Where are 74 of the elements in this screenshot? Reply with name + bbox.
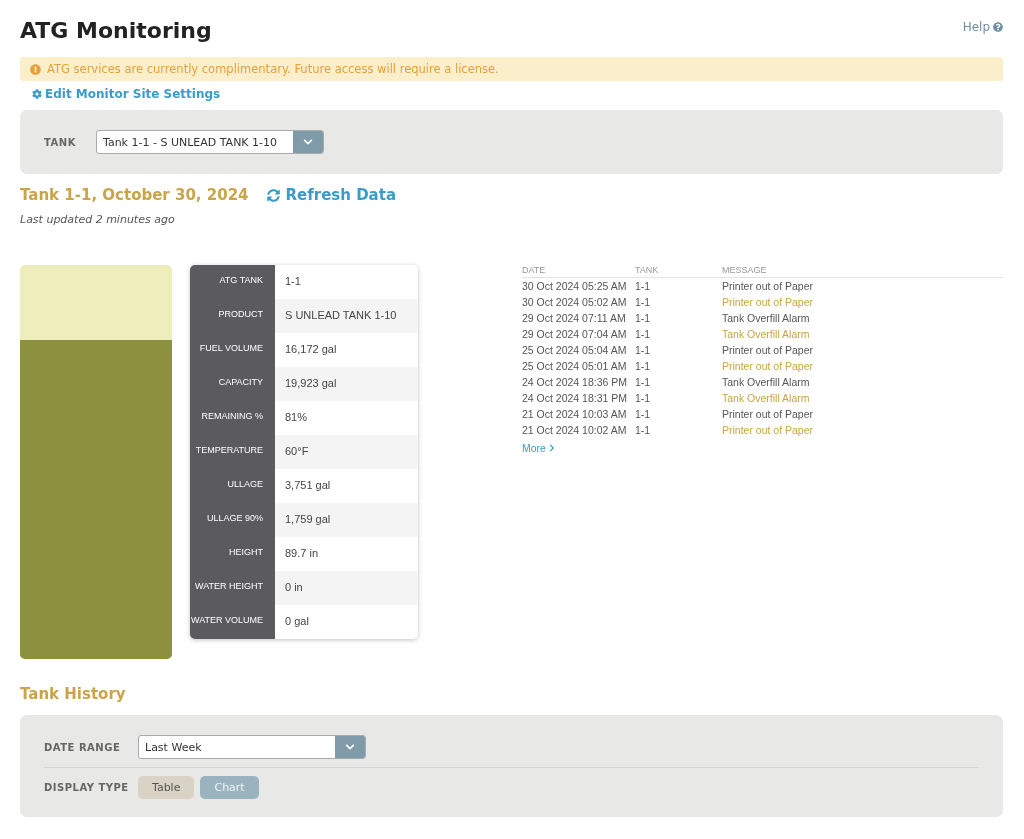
detail-value: S UNLEAD TANK 1-10 [275,299,418,333]
alarm-tank: 1-1 [635,423,652,438]
chevron-right-icon [547,444,556,452]
detail-value: 60°F [275,435,418,469]
detail-value: 1,759 gal [275,503,418,537]
detail-label: FUEL VOLUME [190,333,275,367]
display-type-label: DISPLAY TYPE [44,782,130,793]
alarm-tank: 1-1 [635,375,652,390]
last-updated-text: Last updated 2 minutes ago [20,213,176,226]
alarm-message: Tank Overfill Alarm [722,391,811,406]
alarm-tank: 1-1 [635,295,652,310]
tank-select[interactable]: Tank 1-1 - S UNLEAD TANK 1-10 [96,130,324,154]
alarm-date: 21 Oct 2024 10:03 AM [522,407,628,422]
column-header: DATE [522,265,547,275]
alarm-tank: 1-1 [635,359,652,374]
detail-label: HEIGHT [190,537,275,571]
detail-value: 0 in [275,571,418,605]
alarm-date: 25 Oct 2024 05:01 AM [522,359,628,374]
column-header: TANK [635,265,660,275]
help-link[interactable]: Help [962,20,1003,34]
alarm-message: Tank Overfill Alarm [722,327,811,342]
detail-label: WATER HEIGHT [190,571,275,605]
detail-value: 0 gal [275,605,418,639]
detail-label: REMAINING % [190,401,275,435]
display-type-button[interactable]: Table [138,776,195,799]
alarm-date: 30 Oct 2024 05:02 AM [522,295,628,310]
detail-value: 1-1 [275,265,418,299]
detail-label: CAPACITY [190,367,275,401]
warning-icon [30,63,41,75]
alarm-message: Tank Overfill Alarm [722,375,811,390]
display-type-button[interactable]: Chart [200,776,259,799]
date-range-label: DATE RANGE [44,741,122,753]
alarm-date: 29 Oct 2024 07:04 AM [522,327,628,342]
alarm-tank: 1-1 [635,327,652,342]
refresh-link[interactable]: Refresh Data [266,186,397,204]
alarm-date: 30 Oct 2024 05:25 AM [522,279,628,294]
more-link[interactable]: More [522,442,556,454]
history-heading: Tank History [20,685,127,703]
detail-label: ULLAGE [190,469,275,503]
detail-label: PRODUCT [190,299,275,333]
detail-label: TEMPERATURE [190,435,275,469]
refresh-icon [266,188,280,202]
alarm-date: 24 Oct 2024 18:31 PM [522,391,629,406]
settings-icon [32,89,42,99]
tank-label: TANK [44,136,77,148]
chevron-down-icon [345,742,355,752]
alarm-date: 29 Oct 2024 07:11 AM [522,311,627,326]
alarm-message: Printer out of Paper [722,279,815,294]
alarm-tank: 1-1 [635,391,652,406]
notice-text: ATG services are currently complimentary. Future access will require a license. [47,62,499,76]
alarm-message: Printer out of Paper [722,295,815,310]
page-title: ATG Monitoring [20,18,212,43]
alarm-date: 25 Oct 2024 05:04 AM [522,343,628,358]
detail-label: ULLAGE 90% [190,503,275,537]
alarm-message: Printer out of Paper [722,423,815,438]
alarm-tank: 1-1 [635,343,652,358]
alarm-message: Printer out of Paper [722,359,815,374]
detail-label: WATER VOLUME [190,605,275,639]
alarm-message: Printer out of Paper [722,343,815,358]
date-range-select[interactable]: Last Week [138,735,366,759]
column-header: MESSAGE [722,265,768,275]
alarm-message: Printer out of Paper [722,407,815,422]
detail-value: 19,923 gal [275,367,418,401]
alarm-date: 21 Oct 2024 10:02 AM [522,423,628,438]
detail-label: ATG TANK [190,265,275,299]
chevron-down-icon [303,137,313,147]
alarm-message: Tank Overfill Alarm [722,311,811,326]
alarm-date: 24 Oct 2024 18:36 PM [522,375,629,390]
help-icon [993,22,1003,32]
settings-link[interactable]: Edit Monitor Site Settings [32,87,221,101]
alarm-tank: 1-1 [635,311,652,326]
tank-heading: Tank 1-1, October 30, 2024 [20,186,249,204]
alarm-tank: 1-1 [635,407,652,422]
alarm-tank: 1-1 [635,279,652,294]
